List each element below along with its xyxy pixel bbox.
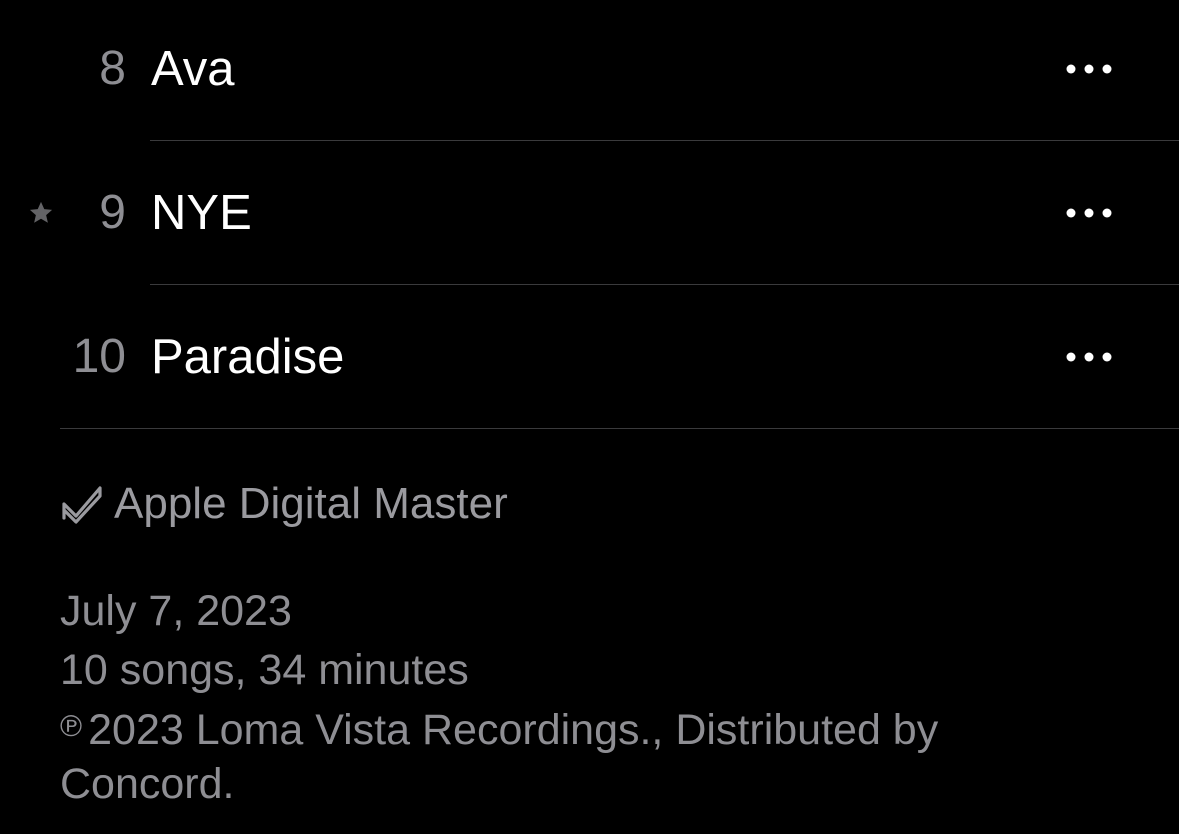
copyright-text: 2023 Loma Vista Recordings., Distributed… [60, 706, 939, 808]
track-title: Ava [151, 42, 235, 96]
copyright: ℗ 2023 Loma Vista Recordings., Distribute… [60, 700, 980, 811]
album-meta: July 7, 2023 10 songs, 34 minutes ℗ 2023 … [60, 582, 1140, 811]
ellipsis-icon [1066, 208, 1112, 218]
ellipsis-icon [1066, 64, 1112, 74]
apple-digital-master-icon [60, 482, 104, 526]
track-title: Paradise [151, 330, 345, 384]
track-list: 8 Ava 9 NYE 10 Paradise [0, 0, 1179, 429]
release-date: July 7, 2023 [60, 587, 292, 635]
album-summary: 10 songs, 34 minutes [60, 646, 469, 694]
more-options-button[interactable] [1064, 144, 1114, 282]
more-options-button[interactable] [1064, 288, 1114, 426]
album-footer: Apple Digital Master July 7, 2023 10 son… [60, 472, 1140, 811]
track-row[interactable]: 9 NYE [0, 141, 1179, 285]
track-row[interactable]: 8 Ava [0, 0, 1179, 141]
track-number: 8 [99, 42, 126, 95]
ellipsis-icon [1066, 352, 1112, 362]
apple-digital-master-badge[interactable]: Apple Digital Master [60, 472, 1140, 536]
more-options-button[interactable] [1064, 0, 1114, 138]
track-title: NYE [151, 186, 252, 240]
mastered-label: Apple Digital Master [114, 479, 508, 528]
list-end-divider [60, 428, 1179, 429]
phonogram-mark: ℗ [60, 710, 83, 743]
track-row[interactable]: 10 Paradise [0, 285, 1179, 429]
track-number: 9 [99, 186, 126, 239]
track-number: 10 [72, 330, 126, 383]
